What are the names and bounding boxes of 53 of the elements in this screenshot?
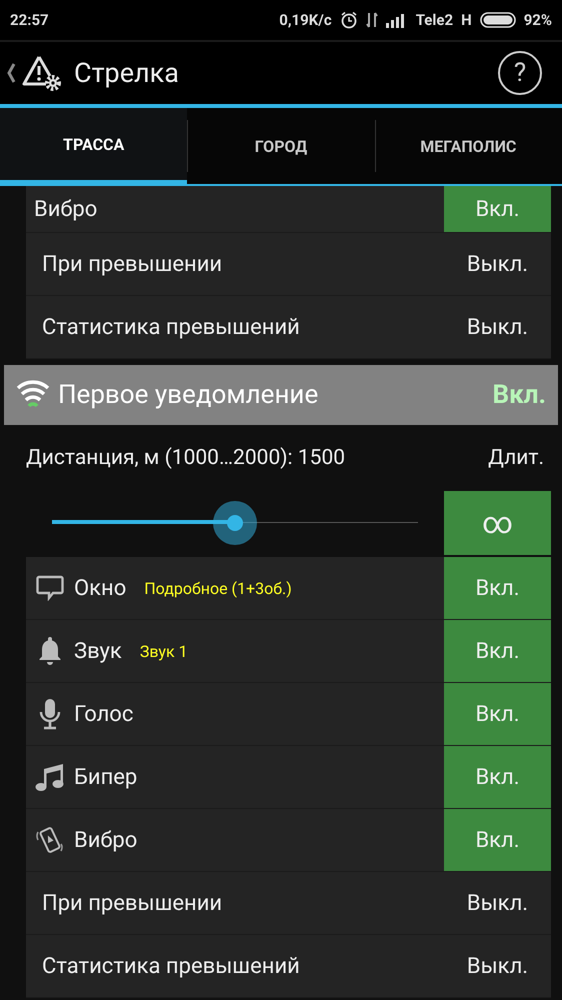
toggle-value[interactable]: Вкл. bbox=[444, 620, 551, 682]
setting-label: При превышении bbox=[41, 252, 222, 276]
setting-label: Статистика превышений bbox=[41, 314, 300, 340]
battery-icon bbox=[480, 12, 516, 28]
warning-gear-icon bbox=[22, 54, 62, 92]
toggle-value[interactable]: Вкл. bbox=[444, 557, 551, 619]
toggle-value[interactable]: Выкл. bbox=[444, 296, 551, 358]
battery-level: 92% bbox=[524, 11, 552, 29]
help-button[interactable]: ? bbox=[498, 51, 542, 95]
screen-title: Стрелка bbox=[74, 57, 179, 89]
distance-label: Дистанция, м (1000…2000): 1500 bbox=[26, 446, 346, 470]
carrier-name: Tele2 bbox=[416, 11, 454, 29]
clock-time: 22:57 bbox=[10, 11, 49, 29]
tab[interactable]: ТРАССА bbox=[0, 108, 188, 186]
setting-row[interactable]: Вибро Вкл. bbox=[26, 186, 551, 233]
setting-label: Звук bbox=[74, 638, 122, 664]
toggle-value[interactable]: Выкл. bbox=[444, 872, 551, 934]
toggle-value[interactable]: Вкл. bbox=[444, 809, 551, 871]
toggle-value[interactable]: Вкл. bbox=[444, 746, 551, 808]
setting-label: Статистика превышений bbox=[41, 954, 300, 978]
bell-icon bbox=[38, 636, 62, 666]
toggle-value[interactable]: Вкл. bbox=[444, 186, 551, 232]
duration-label: Длит. bbox=[488, 446, 544, 470]
network-type: H bbox=[461, 11, 472, 29]
microphone-icon bbox=[38, 698, 62, 730]
music-note-icon bbox=[35, 762, 65, 792]
setting-row[interactable]: Окно Подробное (1+3об.) Вкл. bbox=[26, 557, 551, 620]
toggle-value[interactable]: Выкл. bbox=[444, 935, 551, 997]
duration-button[interactable]: ∞ bbox=[444, 491, 551, 555]
setting-row[interactable]: Звук Звук 1 Вкл. bbox=[26, 620, 551, 683]
section-status: Вкл. bbox=[492, 380, 546, 410]
network-speed: 0,19K/с bbox=[279, 11, 332, 29]
setting-detail: Звук 1 bbox=[140, 642, 188, 660]
toggle-value[interactable]: Вкл. bbox=[444, 683, 551, 745]
setting-row[interactable]: Бипер Вкл. bbox=[26, 746, 551, 809]
section-title: Первое уведомление bbox=[58, 380, 320, 410]
setting-label: Вибро bbox=[34, 196, 98, 222]
setting-label: Бипер bbox=[74, 764, 138, 790]
setting-label: Вибро bbox=[74, 828, 138, 852]
setting-label: Окно bbox=[74, 576, 126, 600]
setting-row[interactable]: Вибро Вкл. bbox=[26, 809, 551, 872]
data-arrows-icon bbox=[366, 11, 378, 29]
speech-bubble-icon bbox=[36, 575, 64, 601]
section-header[interactable]: Первое уведомление Вкл. bbox=[4, 365, 558, 425]
setting-detail: Подробное (1+3об.) bbox=[144, 578, 292, 598]
slider-thumb[interactable] bbox=[213, 501, 257, 545]
setting-label: При превышении bbox=[41, 890, 222, 916]
back-chevron-icon[interactable] bbox=[6, 62, 16, 84]
setting-label: Голос bbox=[74, 702, 134, 726]
toggle-value[interactable]: Выкл. bbox=[444, 233, 551, 295]
setting-row[interactable]: Голос Вкл. bbox=[26, 683, 551, 746]
vibrating-phone-icon bbox=[35, 826, 65, 854]
alarm-clock-icon bbox=[340, 11, 358, 29]
